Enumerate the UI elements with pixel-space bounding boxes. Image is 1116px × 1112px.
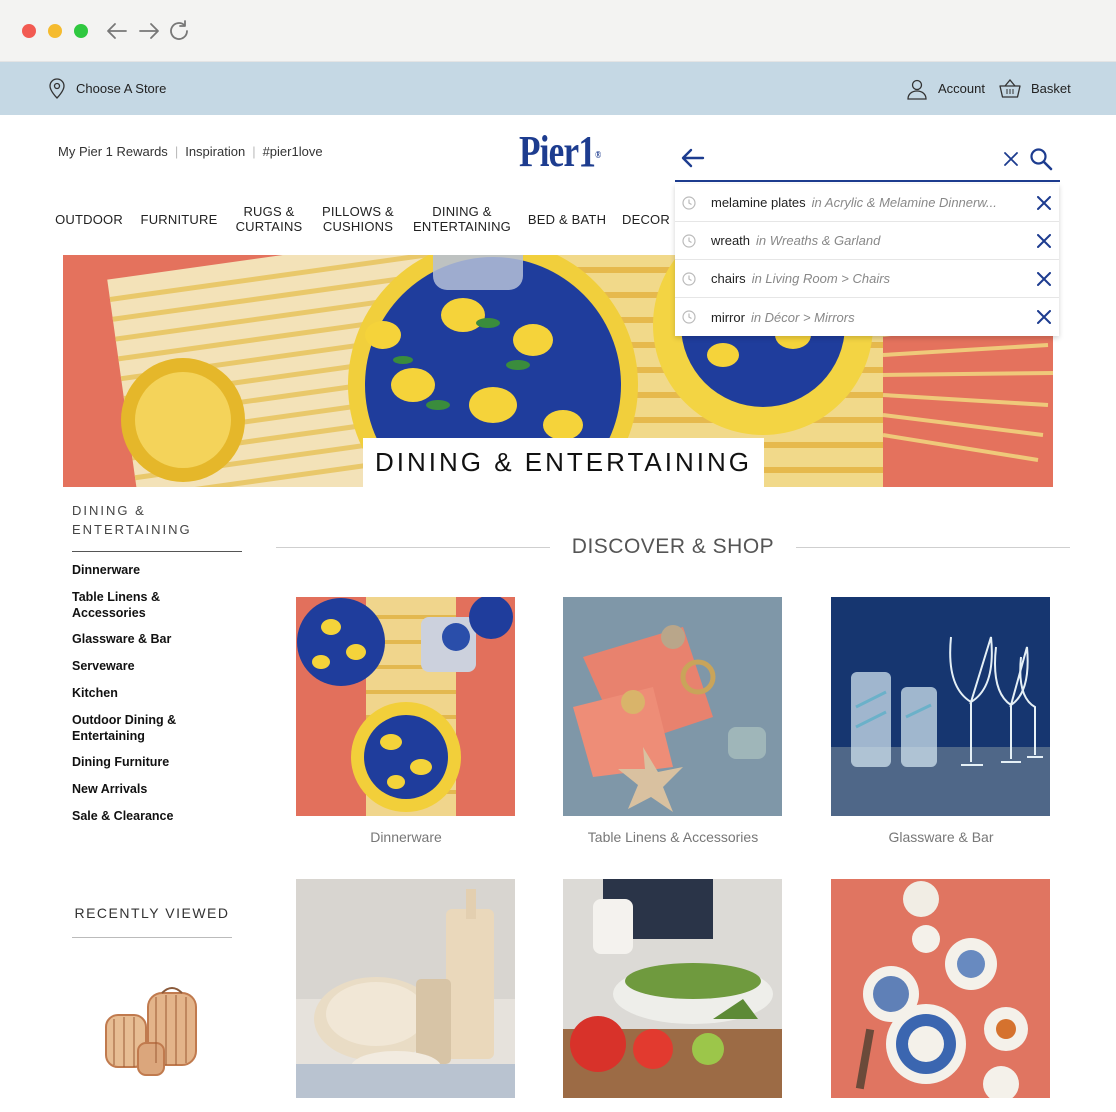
nav-decor[interactable]: DECOR: [622, 195, 676, 243]
sidebar-item-dining-furniture[interactable]: Dining Furniture: [72, 754, 232, 770]
suggestion-text: melamine plates in Acrylic & Melamine Din…: [711, 195, 997, 210]
sidebar-list: Dinnerware Table Linens & Accessories Gla…: [72, 562, 232, 824]
category-tile-outdoor-dining[interactable]: [831, 879, 1050, 1098]
nav-pillows-cushions[interactable]: PILLOWS & CUSHIONS: [316, 195, 400, 243]
suggestion-item[interactable]: chairs in Living Room > Chairs: [675, 260, 1059, 298]
history-icon: [682, 196, 696, 210]
remove-suggestion-icon[interactable]: [1037, 310, 1051, 324]
nav-outdoor[interactable]: OUTDOOR: [48, 195, 130, 243]
account-label: Account: [938, 81, 985, 96]
serveware-image: [296, 879, 515, 1098]
suggestion-item[interactable]: wreath in Wreaths & Garland: [675, 222, 1059, 260]
hero-title: DINING & ENTERTAINING: [363, 438, 764, 487]
suggestion-item[interactable]: mirror in Décor > Mirrors: [675, 298, 1059, 336]
header-links: My Pier 1 Rewards | Inspiration | #pier1…: [58, 144, 323, 159]
sidebar-item-serveware[interactable]: Serveware: [72, 658, 232, 674]
close-window-button[interactable]: [22, 24, 36, 38]
sidebar-item-glassware-bar[interactable]: Glassware & Bar: [72, 631, 232, 647]
outdoor-dining-image: [831, 879, 1050, 1098]
nav-bed-bath[interactable]: BED & BATH: [522, 195, 612, 243]
category-label[interactable]: Glassware & Bar: [811, 829, 1071, 845]
back-arrow-icon[interactable]: [681, 148, 705, 168]
category-tile-table-linens[interactable]: [563, 597, 782, 816]
divider: |: [174, 144, 179, 159]
table-linens-image: [563, 597, 782, 816]
suggestion-text: mirror in Décor > Mirrors: [711, 309, 855, 325]
basket-link[interactable]: Basket: [999, 62, 1071, 115]
maximize-window-button[interactable]: [74, 24, 88, 38]
minimize-window-button[interactable]: [48, 24, 62, 38]
divider: [276, 547, 550, 548]
nav-rugs-curtains[interactable]: RUGS & CURTAINS: [228, 195, 310, 243]
forward-arrow-icon[interactable]: [136, 18, 162, 44]
sidebar-item-new-arrivals[interactable]: New Arrivals: [72, 781, 232, 797]
dinnerware-image: [296, 597, 515, 816]
choose-store-link[interactable]: Choose A Store: [48, 62, 166, 115]
category-tile-serveware[interactable]: [296, 879, 515, 1098]
basket-icon: [999, 78, 1021, 98]
sidebar-item-table-linens[interactable]: Table Linens & Accessories: [72, 589, 232, 621]
category-tile-dinnerware[interactable]: [296, 597, 515, 816]
browser-toolbar: [0, 0, 1116, 62]
history-icon: [682, 272, 696, 286]
suggestion-item[interactable]: melamine plates in Acrylic & Melamine Din…: [675, 184, 1059, 222]
recently-viewed-product-image[interactable]: [100, 985, 205, 1080]
remove-suggestion-icon[interactable]: [1037, 234, 1051, 248]
search-icon[interactable]: [1029, 147, 1053, 171]
remove-suggestion-icon[interactable]: [1037, 196, 1051, 210]
sidebar-item-kitchen[interactable]: Kitchen: [72, 685, 232, 701]
category-label[interactable]: Table Linens & Accessories: [543, 829, 803, 845]
remove-suggestion-icon[interactable]: [1037, 272, 1051, 286]
discover-heading: DISCOVER & SHOP: [571, 535, 775, 558]
search-bar: [675, 138, 1060, 182]
choose-store-label: Choose A Store: [76, 81, 167, 96]
sidebar-heading: DINING & ENTERTAINING: [72, 501, 242, 552]
history-icon: [682, 310, 696, 324]
nav-dining-entertaining[interactable]: DINING & ENTERTAINING: [410, 195, 514, 243]
category-tile-glassware-bar[interactable]: [831, 597, 1050, 816]
account-link[interactable]: Account: [906, 62, 985, 115]
glassware-image: [831, 597, 1050, 816]
kitchen-image: [563, 879, 782, 1098]
inspiration-link[interactable]: Inspiration: [185, 144, 245, 159]
rewards-link[interactable]: My Pier 1 Rewards: [58, 144, 168, 159]
sidebar-item-sale-clearance[interactable]: Sale & Clearance: [72, 808, 232, 824]
search-suggestions: melamine plates in Acrylic & Melamine Din…: [675, 184, 1059, 336]
back-arrow-icon[interactable]: [104, 18, 130, 44]
pier1love-link[interactable]: #pier1love: [263, 144, 323, 159]
search-input[interactable]: [715, 146, 995, 174]
pier1-logo[interactable]: Pier1®: [519, 127, 601, 177]
category-tile-kitchen[interactable]: [563, 879, 782, 1098]
sidebar-item-dinnerware[interactable]: Dinnerware: [72, 562, 232, 578]
registered-mark: ®: [595, 150, 601, 161]
logo-text: Pier1: [519, 127, 596, 176]
divider: |: [252, 144, 256, 159]
utility-bar: Choose A Store Account Basket: [0, 62, 1116, 115]
reload-icon[interactable]: [166, 18, 192, 44]
sidebar-item-outdoor-dining[interactable]: Outdoor Dining & Entertaining: [72, 712, 232, 744]
category-label[interactable]: Dinnerware: [276, 829, 536, 845]
nav-furniture[interactable]: FURNITURE: [136, 195, 222, 243]
clear-icon[interactable]: [1003, 151, 1019, 167]
location-pin-icon: [49, 77, 65, 99]
user-icon: [907, 79, 927, 100]
basket-label: Basket: [1031, 81, 1071, 96]
history-icon: [682, 234, 696, 248]
divider: [796, 547, 1070, 548]
suggestion-text: wreath in Wreaths & Garland: [711, 233, 881, 248]
recently-viewed-heading: RECENTLY VIEWED: [72, 905, 232, 938]
suggestion-text: chairs in Living Room > Chairs: [711, 271, 891, 286]
